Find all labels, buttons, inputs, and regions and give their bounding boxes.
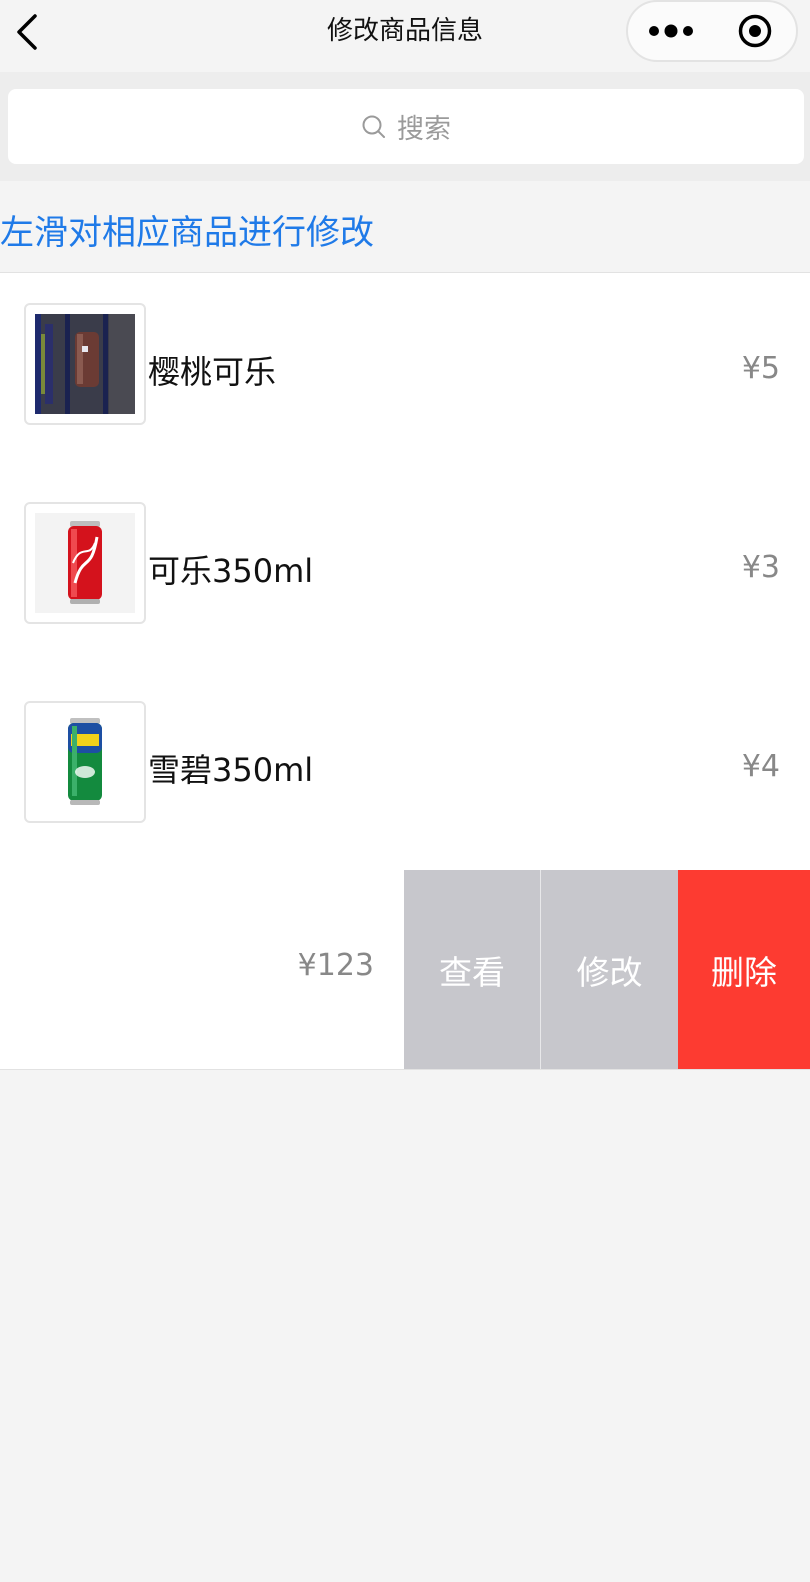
more-button[interactable] [628, 2, 714, 60]
menu-capsule [626, 0, 798, 62]
list-item-swiped[interactable]: ¥123 查看 修改 删除 [0, 870, 810, 1069]
sprite-can-image [35, 712, 135, 812]
search-icon [362, 115, 385, 138]
product-name: 樱桃可乐 [148, 353, 277, 391]
list-divider [0, 1069, 810, 1070]
product-thumbnail [24, 303, 146, 425]
list-item[interactable]: 樱桃可乐 ¥5 [0, 273, 810, 472]
edit-button[interactable]: 修改 [541, 870, 678, 1069]
swipe-actions: 查看 修改 删除 [404, 870, 810, 1069]
list-item[interactable]: 可乐350ml ¥3 [0, 472, 810, 671]
list-item[interactable]: 雪碧350ml ¥4 [0, 671, 810, 870]
navigation-bar: 修改商品信息 [0, 0, 810, 72]
product-price: ¥3 [741, 550, 780, 585]
product-price: ¥4 [741, 749, 780, 784]
product-thumbnail [24, 502, 146, 624]
close-miniprogram-button[interactable] [714, 2, 796, 60]
swiped-row-content: ¥123 [0, 870, 404, 1069]
swipe-hint-text: 左滑对相应商品进行修改 [0, 213, 374, 253]
search-bar: 搜索 [0, 72, 810, 181]
view-button[interactable]: 查看 [404, 870, 541, 1069]
cola-can-image [35, 513, 135, 613]
target-circle-icon [738, 14, 772, 48]
search-input[interactable]: 搜索 [8, 89, 804, 164]
delete-button[interactable]: 删除 [678, 870, 810, 1069]
product-name: 雪碧350ml [148, 751, 314, 789]
product-price: ¥123 [297, 948, 374, 983]
product-thumbnail [24, 701, 146, 823]
product-list: 樱桃可乐 ¥5 可乐350ml ¥3 雪碧350ml ¥4 ¥123 查看 修改… [0, 273, 810, 1070]
cherry-cola-image [35, 314, 135, 414]
more-dots-icon [649, 24, 693, 38]
product-price: ¥5 [741, 351, 780, 386]
search-placeholder: 搜索 [397, 114, 451, 145]
product-name: 可乐350ml [148, 552, 314, 590]
hint-bar: 左滑对相应商品进行修改 [0, 181, 810, 273]
